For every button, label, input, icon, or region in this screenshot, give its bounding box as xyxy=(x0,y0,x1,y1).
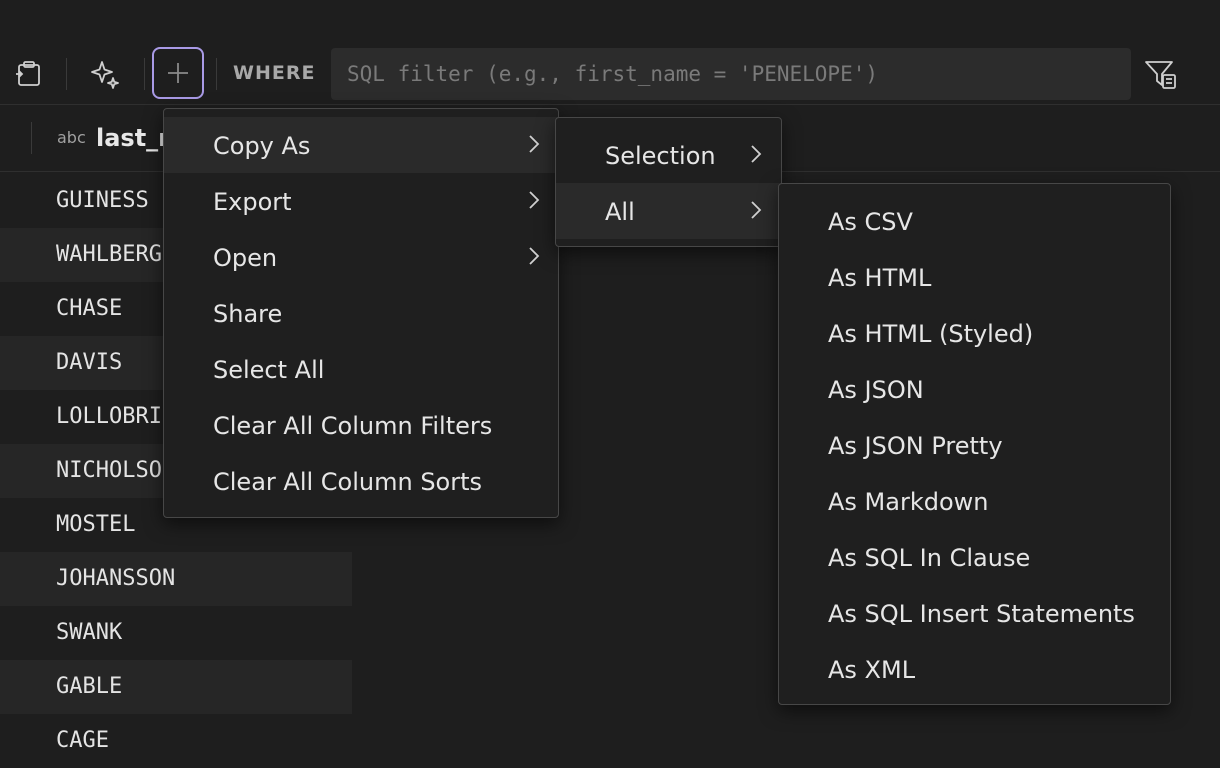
cell-last-name: JOHANSSON xyxy=(56,566,176,591)
copy-all-format-item[interactable]: As Markdown xyxy=(779,473,1170,529)
menu-item-label: As SQL Insert Statements xyxy=(828,600,1135,628)
column-separator xyxy=(31,122,32,154)
cell-last-name: LOLLOBRI xyxy=(56,404,162,429)
add-button[interactable] xyxy=(152,47,204,99)
sql-filter-input[interactable] xyxy=(331,48,1131,100)
cell-last-name: NICHOLSO xyxy=(56,458,162,483)
cell-last-name: MOSTEL xyxy=(56,512,136,537)
copy-all-format-item[interactable]: As JSON Pretty xyxy=(779,417,1170,473)
menu-item-label: Clear All Column Filters xyxy=(213,412,493,440)
clipboard-icon[interactable] xyxy=(12,57,46,91)
menu-item-label: Selection xyxy=(605,142,716,170)
context-menu-item[interactable]: Export xyxy=(164,173,558,229)
chevron-right-icon xyxy=(529,247,540,265)
table-row[interactable]: CAGE xyxy=(0,714,352,768)
copy-all-format-item[interactable]: As XML xyxy=(779,641,1170,697)
context-menu-item[interactable]: Clear All Column Filters xyxy=(164,397,558,453)
copy-all-format-item[interactable]: As JSON xyxy=(779,361,1170,417)
copy-all-format-item[interactable]: As SQL In Clause xyxy=(779,529,1170,585)
where-label: WHERE xyxy=(233,62,316,84)
context-menu-item[interactable]: Clear All Column Sorts xyxy=(164,453,558,509)
all-submenu: As CSV As HTML As HTML (Styled) As JSON As J… xyxy=(778,183,1171,705)
copy-as-item[interactable]: All xyxy=(556,183,781,239)
copy-as-item[interactable]: Selection xyxy=(556,127,781,183)
toolbar-divider xyxy=(144,58,145,90)
cell-last-name: SWANK xyxy=(56,620,123,645)
sparkles-icon[interactable] xyxy=(88,57,122,91)
cell-last-name: CHASE xyxy=(56,296,123,321)
cell-last-name: DAVIS xyxy=(56,350,123,375)
copy-all-format-item[interactable]: As SQL Insert Statements xyxy=(779,585,1170,641)
menu-item-label: As HTML (Styled) xyxy=(828,320,1034,348)
title-bar xyxy=(0,0,1220,44)
copy-all-format-item[interactable]: As HTML (Styled) xyxy=(779,305,1170,361)
toolbar-divider xyxy=(66,58,67,90)
context-menu-item[interactable]: Share xyxy=(164,285,558,341)
cell-last-name: CAGE xyxy=(56,728,109,753)
menu-item-label: As JSON Pretty xyxy=(828,432,1003,460)
table-row[interactable]: SWANK xyxy=(0,606,352,660)
menu-item-label: All xyxy=(605,198,635,226)
context-menu-item[interactable]: Select All xyxy=(164,341,558,397)
chevron-right-icon xyxy=(751,201,762,219)
chevron-right-icon xyxy=(529,135,540,153)
menu-item-label: Open xyxy=(213,244,278,272)
column-name[interactable]: last_r xyxy=(96,124,170,152)
context-menu-item[interactable]: Copy As xyxy=(164,117,558,173)
chevron-right-icon xyxy=(529,191,540,209)
menu-item-label: Export xyxy=(213,188,292,216)
menu-item-label: As JSON xyxy=(828,376,924,404)
cell-last-name: WAHLBERG xyxy=(56,242,162,267)
filter-icon[interactable] xyxy=(1144,57,1178,91)
cell-last-name: GABLE xyxy=(56,674,123,699)
context-menu-item[interactable]: Open xyxy=(164,229,558,285)
menu-item-label: Share xyxy=(213,300,283,328)
menu-item-label: As SQL In Clause xyxy=(828,544,1031,572)
copy-as-submenu: Selection All xyxy=(555,117,782,247)
menu-item-label: As XML xyxy=(828,656,916,684)
toolbar-divider xyxy=(216,58,217,90)
menu-item-label: Clear All Column Sorts xyxy=(213,468,483,496)
menu-item-label: As CSV xyxy=(828,208,913,236)
menu-item-label: As HTML xyxy=(828,264,932,292)
chevron-right-icon xyxy=(751,145,762,163)
menu-item-label: Copy As xyxy=(213,132,311,160)
context-menu: Copy As Export Open Share Select All Clear Al… xyxy=(163,108,559,518)
cell-last-name: GUINESS xyxy=(56,188,149,213)
menu-item-label: As Markdown xyxy=(828,488,989,516)
column-type-label: abc xyxy=(57,128,86,147)
copy-all-format-item[interactable]: As HTML xyxy=(779,249,1170,305)
copy-all-format-item[interactable]: As CSV xyxy=(779,193,1170,249)
table-row[interactable]: GABLE xyxy=(0,660,352,714)
table-row[interactable]: JOHANSSON xyxy=(0,552,352,606)
menu-item-label: Select All xyxy=(213,356,325,384)
plus-icon xyxy=(168,63,188,83)
